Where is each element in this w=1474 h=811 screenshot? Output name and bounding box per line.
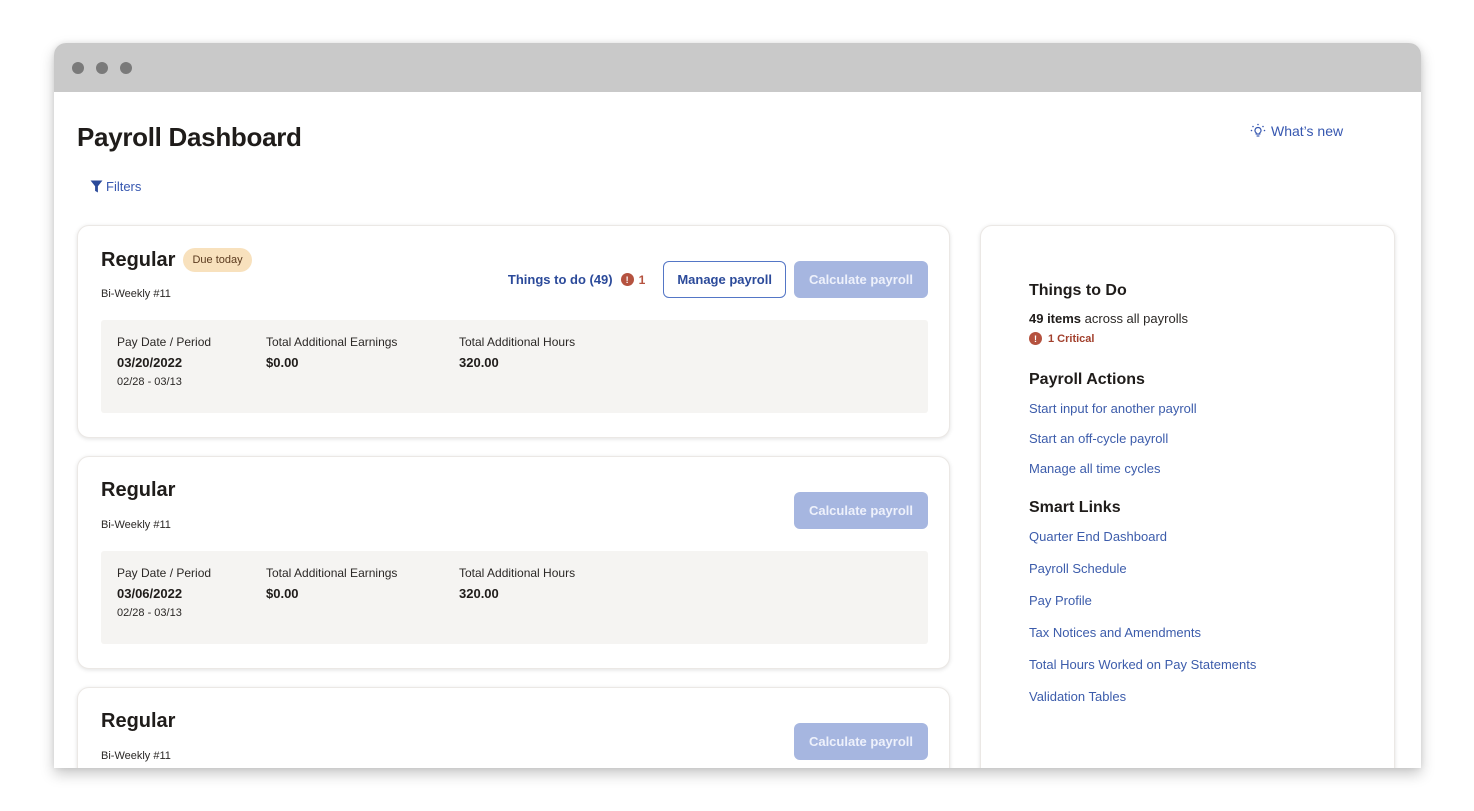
filters-label: Filters	[106, 179, 142, 194]
critical-alert-icon: !	[1029, 332, 1042, 345]
payroll-subtitle: Bi-Weekly #11	[101, 519, 171, 531]
payroll-subtitle: Bi-Weekly #11	[101, 750, 171, 762]
hours-value: 320.00	[459, 355, 499, 370]
smart-link[interactable]: Validation Tables	[1029, 688, 1256, 705]
payroll-card: Regular Due today Bi-Weekly #11 Things t…	[77, 225, 950, 438]
whats-new-link[interactable]: What’s new	[1250, 123, 1343, 139]
payroll-subtitle: Bi-Weekly #11	[101, 288, 171, 300]
sidebar-panel: Things to Do 49 items across all payroll…	[980, 225, 1395, 768]
earnings-label: Total Additional Earnings	[266, 335, 398, 349]
due-today-badge: Due today	[183, 248, 252, 272]
critical-count: 1	[638, 272, 646, 287]
things-to-do-section: Things to Do 49 items across all payroll…	[1029, 282, 1256, 345]
pay-date-label: Pay Date / Period	[117, 566, 212, 580]
pay-period-value: 02/28 - 03/13	[117, 376, 182, 388]
smart-link[interactable]: Total Hours Worked on Pay Statements	[1029, 656, 1256, 673]
hours-value: 320.00	[459, 586, 499, 601]
manage-payroll-button[interactable]: Manage payroll	[663, 261, 786, 298]
critical-indicator[interactable]: ! 1 Critical	[1029, 332, 1256, 345]
critical-label: 1 Critical	[1048, 332, 1095, 345]
things-to-do-link[interactable]: Things to do (49)	[508, 272, 613, 287]
pay-date-value: 03/06/2022	[117, 586, 183, 601]
payroll-action-link[interactable]: Start input for another payroll	[1029, 400, 1256, 417]
smart-link[interactable]: Tax Notices and Amendments	[1029, 624, 1256, 641]
pay-period-value: 02/28 - 03/13	[117, 607, 182, 619]
payroll-title: Regular	[101, 479, 176, 501]
smart-links-section: Smart Links Quarter End Dashboard Payrol…	[1029, 499, 1256, 705]
items-count: 49 items across all payrolls	[1029, 311, 1256, 326]
calculate-payroll-button[interactable]: Calculate payroll	[793, 492, 928, 529]
payroll-card: Regular Bi-Weekly #11 Calculate payroll	[77, 687, 950, 768]
smart-link[interactable]: Payroll Schedule	[1029, 560, 1256, 577]
things-to-do-heading: Things to Do	[1029, 282, 1127, 299]
items-count-bold: 49 items	[1029, 311, 1082, 326]
payroll-card: Regular Bi-Weekly #11 Calculate payroll …	[77, 456, 950, 669]
calculate-payroll-button[interactable]: Calculate payroll	[793, 261, 928, 298]
earnings-value: $0.00	[266, 586, 299, 601]
items-count-rest: across all payrolls	[1081, 311, 1188, 326]
payroll-action-link[interactable]: Start an off-cycle payroll	[1029, 430, 1256, 447]
payroll-title: Regular	[101, 248, 176, 271]
lightbulb-icon	[1250, 123, 1266, 137]
payroll-title: Regular	[101, 710, 176, 732]
smart-link[interactable]: Quarter End Dashboard	[1029, 528, 1256, 545]
payroll-action-link[interactable]: Manage all time cycles	[1029, 460, 1256, 477]
page-content: Payroll Dashboard What’s new Filters Reg	[54, 92, 1421, 768]
calculate-payroll-button[interactable]: Calculate payroll	[793, 723, 928, 760]
critical-alert-icon: !	[620, 273, 634, 286]
hours-label: Total Additional Hours	[459, 566, 576, 580]
filters-button[interactable]: Filters	[90, 179, 141, 194]
payroll-actions-heading: Payroll Actions	[1029, 371, 1145, 388]
smart-link[interactable]: Pay Profile	[1029, 592, 1256, 609]
whats-new-label: What’s new	[1271, 123, 1344, 139]
payroll-details: Pay Date / Period 03/20/2022 02/28 - 03/…	[101, 320, 928, 413]
payroll-details: Pay Date / Period 03/06/2022 02/28 - 03/…	[101, 551, 928, 644]
earnings-label: Total Additional Earnings	[266, 566, 398, 580]
browser-window: Payroll Dashboard What’s new Filters Reg	[54, 43, 1421, 768]
funnel-icon	[90, 180, 103, 193]
close-dot[interactable]	[72, 62, 84, 74]
pay-date-label: Pay Date / Period	[117, 335, 212, 349]
hours-label: Total Additional Hours	[459, 335, 576, 349]
minimize-dot[interactable]	[96, 62, 108, 74]
smart-links-heading: Smart Links	[1029, 499, 1121, 516]
payroll-actions-section: Payroll Actions Start input for another …	[1029, 371, 1256, 477]
pay-date-value: 03/20/2022	[117, 355, 183, 370]
maximize-dot[interactable]	[120, 62, 132, 74]
earnings-value: $0.00	[266, 355, 299, 370]
window-titlebar	[54, 43, 1421, 92]
page-title: Payroll Dashboard	[77, 122, 302, 152]
